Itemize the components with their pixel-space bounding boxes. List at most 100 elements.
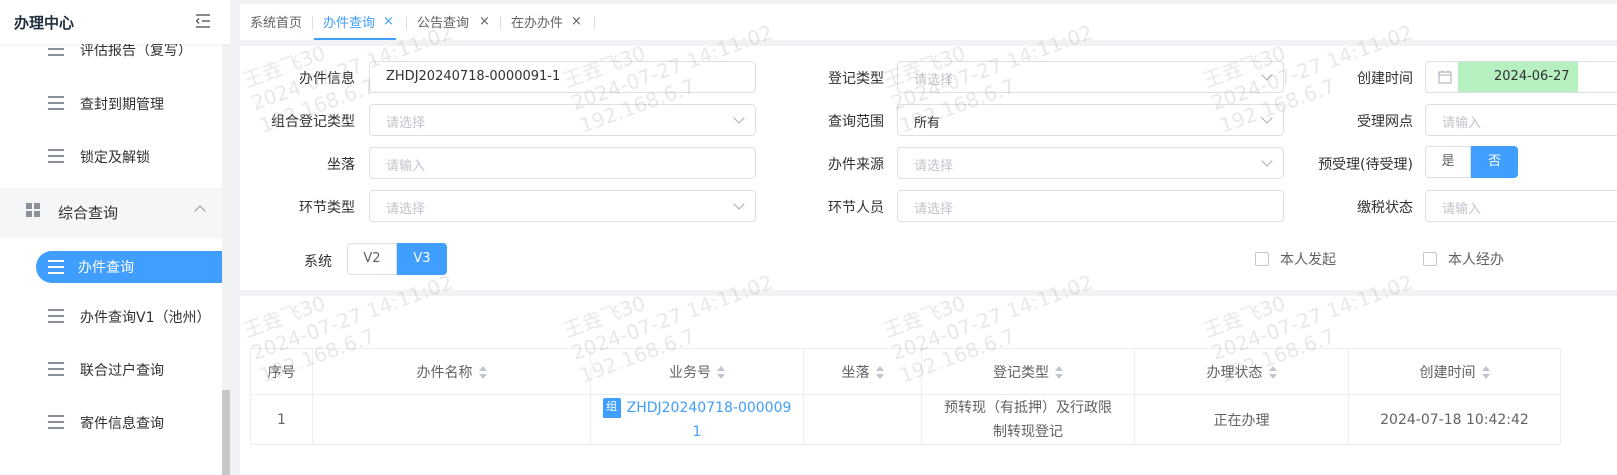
reg-type-line1: 预转现（有抵押）及行政限 — [944, 399, 1112, 416]
results-panel: 序号 办件名称 业务号 坐落 登记类型 办理状态 创建时间 1 组 ZHDJ202… — [240, 296, 1617, 475]
results-table: 序号 办件名称 业务号 坐落 登记类型 办理状态 创建时间 1 组 ZHDJ202… — [250, 348, 1561, 445]
sidebar-item-doc-query-v1[interactable]: 办件查询V1（池州） — [0, 297, 222, 337]
tab-in-progress[interactable]: 在办办件 × — [511, 12, 582, 34]
table-header-row: 序号 办件名称 业务号 坐落 登记类型 办理状态 创建时间 — [250, 348, 1561, 395]
collapse-menu-icon[interactable] — [196, 14, 212, 28]
tax-status-input[interactable]: 请输入 — [1425, 190, 1617, 222]
query-scope-select[interactable]: 所有 — [897, 104, 1284, 136]
cell-location — [803, 394, 922, 445]
close-icon[interactable]: × — [383, 14, 394, 29]
reg-type-placeholder: 请选择 — [914, 73, 954, 88]
table-row[interactable]: 1 组 ZHDJ20240718-000009 1 预转现（有抵押）及行政限 制转… — [250, 394, 1561, 445]
sidebar-item-lock-unlock[interactable]: 锁定及解锁 — [0, 137, 222, 177]
pre-accept-yes-button[interactable]: 是 — [1425, 146, 1471, 178]
sidebar-group-label: 综合查询 — [58, 204, 119, 222]
created-time-value: 2024-06-27 — [1494, 69, 1570, 84]
location-input[interactable]: 请输入 — [369, 147, 756, 179]
doc-source-select[interactable]: 请选择 — [897, 147, 1284, 179]
menu-icon — [48, 42, 64, 56]
sidebar-item-mail-info[interactable]: 寄件信息查询 — [0, 403, 222, 443]
calendar-icon — [1438, 70, 1452, 84]
sort-icon[interactable] — [1055, 365, 1063, 380]
reg-type-label: 登记类型 — [828, 71, 884, 87]
accept-point-input[interactable]: 请输入 — [1425, 104, 1617, 136]
system-v3-button[interactable]: V3 — [397, 243, 447, 275]
cell-name — [312, 394, 591, 445]
pre-accept-no-button[interactable]: 否 — [1471, 146, 1518, 178]
tab-notice-query[interactable]: 公告查询 × — [417, 12, 490, 34]
col-header-name[interactable]: 办件名称 — [312, 348, 591, 395]
query-scope-label: 查询范围 — [828, 114, 884, 130]
grid-icon — [26, 203, 40, 217]
tab-divider — [500, 16, 501, 30]
menu-icon — [48, 309, 64, 323]
tab-doc-query[interactable]: 办件查询 × — [323, 12, 394, 34]
tab-divider — [312, 16, 313, 30]
sort-icon[interactable] — [717, 365, 725, 380]
sidebar-item-label: 联合过户查询 — [80, 363, 164, 379]
created-time-picker[interactable]: 2024-06-27 — [1425, 61, 1617, 93]
chevron-down-icon — [733, 198, 745, 210]
reg-type-select[interactable]: 请选择 — [897, 61, 1284, 93]
tab-label: 公告查询 — [417, 16, 470, 31]
sort-icon[interactable] — [875, 365, 884, 380]
reg-type-line2: 制转现登记 — [993, 423, 1063, 440]
menu-icon — [48, 362, 64, 376]
step-type-select[interactable]: 请选择 — [369, 190, 756, 222]
sidebar-item-seal-expiry[interactable]: 查封到期管理 — [0, 84, 222, 124]
menu-icon — [48, 96, 64, 110]
self-initiated-label: 本人发起 — [1280, 252, 1336, 268]
col-header-status[interactable]: 办理状态 — [1134, 348, 1349, 395]
self-handled-checkbox[interactable] — [1423, 252, 1437, 266]
tab-label: 办件查询 — [323, 16, 376, 31]
doc-info-input[interactable]: ZHDJ20240718-0000091-1 — [369, 61, 756, 93]
doc-info-label: 办件信息 — [299, 71, 355, 87]
combo-badge: 组 — [602, 397, 621, 418]
menu-icon — [48, 260, 64, 274]
sidebar-item-doc-query[interactable]: 办件查询 — [36, 251, 224, 283]
combo-reg-type-label: 组合登记类型 — [271, 114, 355, 130]
sidebar-group-comprehensive-query[interactable]: 综合查询 — [0, 188, 222, 238]
combo-reg-type-select[interactable]: 请选择 — [369, 104, 756, 136]
system-v2-button[interactable]: V2 — [347, 243, 397, 275]
system-label: 系统 — [304, 254, 332, 270]
sort-icon[interactable] — [1481, 365, 1490, 380]
sidebar-scrollbar[interactable] — [222, 0, 230, 475]
tab-divider — [594, 16, 595, 30]
step-type-placeholder: 请选择 — [386, 202, 426, 217]
col-header-bizno[interactable]: 业务号 — [590, 348, 804, 395]
sidebar-item-joint-transfer[interactable]: 联合过户查询 — [0, 350, 222, 390]
sidebar-item-label: 办件查询V1（池州） — [80, 310, 211, 326]
query-scope-value: 所有 — [914, 116, 941, 131]
close-icon[interactable]: × — [571, 14, 582, 29]
sidebar-header: 办理中心 — [0, 0, 230, 44]
tax-status-placeholder: 请输入 — [1442, 202, 1482, 217]
tab-home[interactable]: 系统首页 — [250, 12, 302, 34]
tab-label: 在办办件 — [511, 16, 564, 31]
doc-source-placeholder: 请选择 — [914, 159, 954, 174]
self-initiated-checkbox[interactable] — [1255, 252, 1269, 266]
bizno-line1: ZHDJ20240718-000009 — [626, 399, 792, 416]
tabs-bar: 系统首页 办件查询 × 公告查询 × 在办办件 × — [240, 4, 1617, 40]
sort-icon[interactable] — [1268, 365, 1277, 380]
bizno-link[interactable]: 组 ZHDJ20240718-000009 1 — [591, 396, 803, 444]
sidebar-item-label: 锁定及解锁 — [80, 150, 150, 166]
step-person-select[interactable]: 请选择 — [897, 190, 1284, 222]
accept-point-label: 受理网点 — [1357, 114, 1413, 130]
location-label: 坐落 — [327, 157, 355, 173]
cell-index: 1 — [250, 394, 313, 445]
cell-bizno[interactable]: 组 ZHDJ20240718-000009 1 — [590, 394, 804, 445]
scrollbar-thumb[interactable] — [222, 390, 230, 475]
sidebar: 评估报告（复写） 查封到期管理 锁定及解锁 综合查询 办件查询 办件查询V1（池… — [0, 0, 230, 475]
created-time-label: 创建时间 — [1357, 71, 1413, 87]
sort-icon[interactable] — [478, 365, 487, 380]
sidebar-item-label: 寄件信息查询 — [80, 416, 164, 432]
combo-reg-type-placeholder: 请选择 — [386, 116, 426, 131]
doc-source-label: 办件来源 — [828, 157, 884, 173]
close-icon[interactable]: × — [479, 14, 490, 29]
col-header-reg-type[interactable]: 登记类型 — [921, 348, 1135, 395]
col-header-created[interactable]: 创建时间 — [1348, 348, 1561, 395]
cell-status: 正在办理 — [1134, 394, 1349, 445]
self-handled-label: 本人经办 — [1448, 252, 1504, 268]
col-header-location[interactable]: 坐落 — [803, 348, 922, 395]
